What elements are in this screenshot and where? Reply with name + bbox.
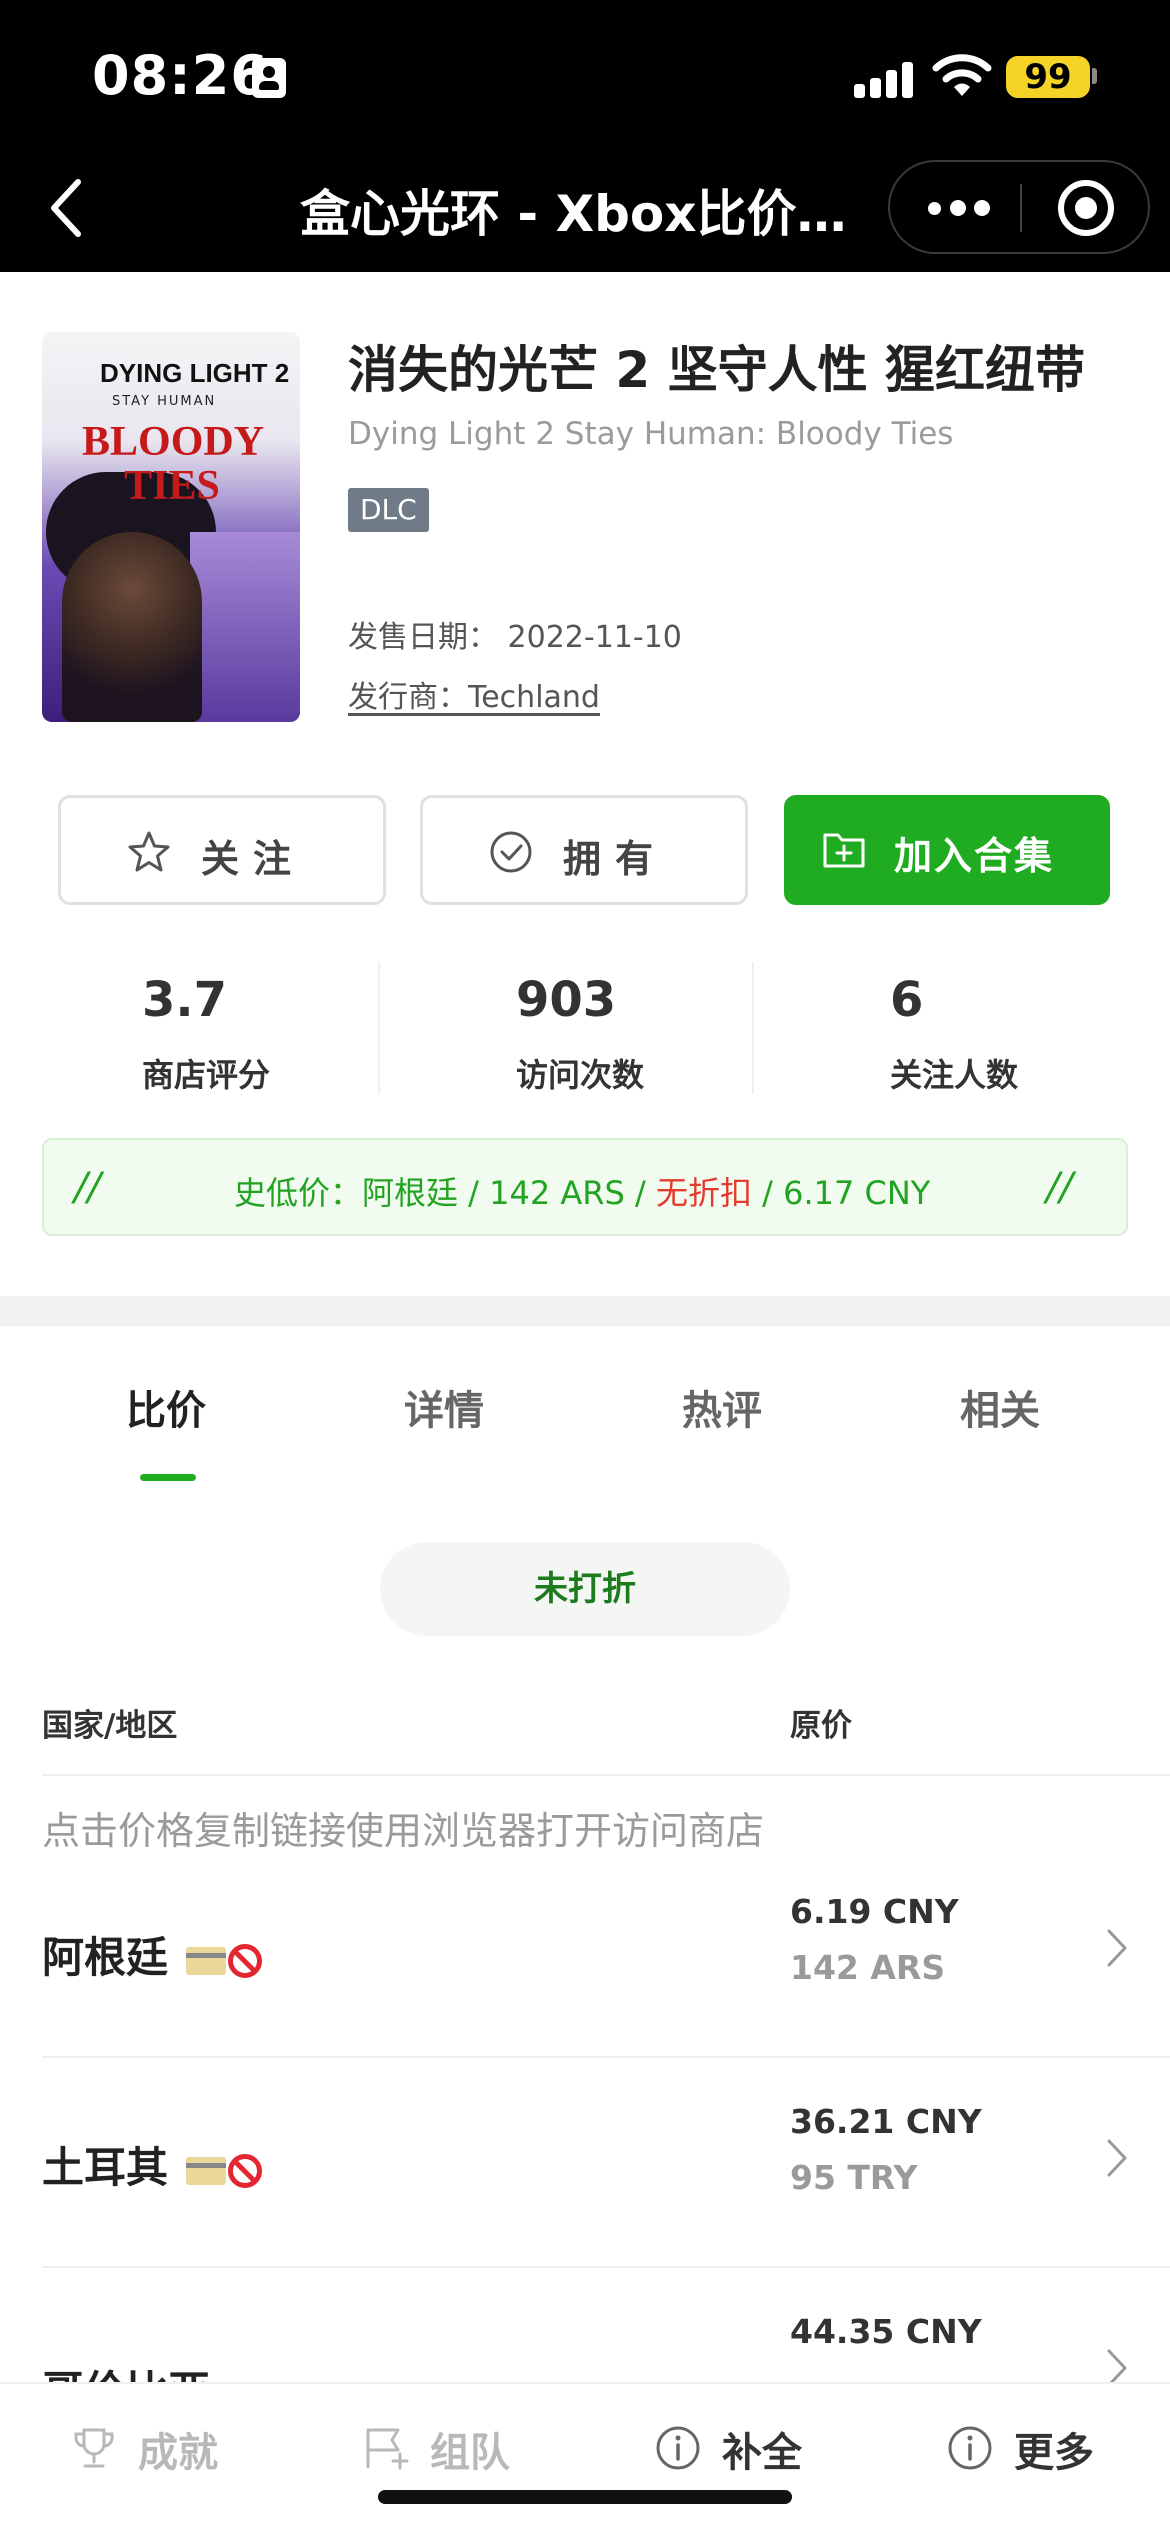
top-bar: 08:26 99 盒心光环 - Xbox比价… xyxy=(0,0,1170,272)
home-indicator[interactable] xyxy=(378,2490,792,2504)
section-gap xyxy=(0,1296,1170,1326)
dlc-badge: DLC xyxy=(348,488,429,532)
chevron-right-icon xyxy=(1107,2139,1127,2177)
lowest-price-discount: 无折扣 xyxy=(655,1174,752,1212)
bottom-label: 更多 xyxy=(1014,2430,1094,2476)
lowest-price-text: 史低价：阿根廷 / 142 ARS / 无折扣 / 6.17 CNY xyxy=(234,1168,930,1214)
quote-open-icon: // xyxy=(74,1161,101,1214)
publisher-link[interactable]: 发行商：Techland xyxy=(348,672,600,716)
tab-details[interactable]: 详情 xyxy=(344,1378,544,1436)
stat-value: 903 xyxy=(516,972,617,1028)
battery-tip xyxy=(1092,68,1097,84)
game-subtitle: Dying Light 2 Stay Human: Bloody Ties xyxy=(348,416,954,452)
folder-add-icon xyxy=(823,833,865,868)
own-button[interactable]: 拥有 xyxy=(420,795,748,905)
bottom-tab-bar: 成就 组队 补全 更多 xyxy=(0,2382,1170,2532)
divider xyxy=(42,1774,1170,1776)
price-original[interactable]: 95 TRY xyxy=(790,2158,917,2197)
bottom-label: 补全 xyxy=(722,2430,802,2476)
cover-logo-text: DYING LIGHT 2 xyxy=(100,358,290,388)
quote-close-icon: // xyxy=(1046,1161,1073,1214)
close-target-icon[interactable] xyxy=(1058,180,1114,236)
bottom-label: 组队 xyxy=(430,2430,510,2476)
tab-reviews[interactable]: 热评 xyxy=(622,1378,822,1436)
lowest-price-banner: // 史低价：阿根廷 / 142 ARS / 无折扣 / 6.17 CNY // xyxy=(42,1138,1128,1236)
publisher-label: 发行商： xyxy=(348,680,468,715)
cover-logo-subtext: STAY HUMAN xyxy=(112,394,217,409)
stat-value: 3.7 xyxy=(142,972,228,1028)
cover-figure xyxy=(62,532,202,722)
price-original[interactable]: 142 ARS xyxy=(790,1948,945,1987)
stat-followers: 6 关注人数 xyxy=(890,972,1170,1102)
cover-castle xyxy=(190,532,300,722)
price-row-argentina[interactable]: 阿根廷 6.19 CNY 142 ARS xyxy=(0,1862,1170,2062)
contact-card-icon xyxy=(252,58,286,98)
info-icon xyxy=(656,2426,700,2470)
publisher-value: Techland xyxy=(468,680,600,715)
check-circle-icon xyxy=(490,831,532,873)
price-cny[interactable]: 44.35 CNY xyxy=(790,2312,982,2351)
country-name: 土耳其 xyxy=(42,2134,263,2195)
price-cny[interactable]: 6.19 CNY xyxy=(790,1892,959,1931)
chevron-right-icon xyxy=(1107,1929,1127,1967)
cover-dlc-name: BLOODY TIES xyxy=(82,419,265,509)
info-icon xyxy=(948,2426,992,2470)
stat-visits: 903 访问次数 xyxy=(516,972,886,1102)
credit-card-icon xyxy=(186,2156,227,2185)
cellular-signal-icon xyxy=(854,62,914,98)
trophy-icon xyxy=(74,2428,114,2468)
release-value: 2022-11-10 xyxy=(507,620,682,655)
release-label: 发售日期： xyxy=(348,620,498,655)
column-original-price: 原价 xyxy=(790,1708,852,1744)
copy-link-hint: 点击价格复制链接使用浏览器打开访问商店 xyxy=(42,1809,765,1853)
stat-value: 6 xyxy=(890,972,924,1028)
stat-label: 访问次数 xyxy=(516,1056,645,1094)
stat-label: 关注人数 xyxy=(890,1056,1019,1094)
price-cny[interactable]: 36.21 CNY xyxy=(790,2102,982,2141)
star-icon xyxy=(128,831,170,872)
column-region: 国家/地区 xyxy=(42,1708,178,1744)
prohibited-icon xyxy=(228,2153,263,2188)
mini-program-capsule xyxy=(888,160,1150,254)
more-dots-icon[interactable] xyxy=(928,198,990,220)
divider xyxy=(42,2056,1170,2058)
own-label: 拥有 xyxy=(563,837,668,881)
country-label: 阿根廷 xyxy=(42,1933,169,1982)
price-row-turkey[interactable]: 土耳其 36.21 CNY 95 TRY xyxy=(0,2072,1170,2272)
lowest-price-suffix: / 6.17 CNY xyxy=(751,1174,931,1212)
capsule-divider xyxy=(1020,184,1022,232)
filter-undiscounted-button[interactable]: 未打折 xyxy=(380,1542,790,1636)
stat-divider xyxy=(378,962,380,1094)
divider xyxy=(42,2266,1170,2268)
stat-label: 商店评分 xyxy=(142,1056,271,1094)
status-time: 08:26 xyxy=(92,44,269,107)
back-icon[interactable] xyxy=(44,172,88,244)
stat-divider xyxy=(752,962,754,1094)
active-tab-indicator xyxy=(140,1474,196,1481)
page-title: 盒心光环 - Xbox比价… xyxy=(300,185,847,243)
release-date: 发售日期： 2022-11-10 xyxy=(348,612,682,656)
tab-compare[interactable]: 比价 xyxy=(66,1378,266,1436)
lowest-price-prefix: 史低价：阿根廷 / 142 ARS / xyxy=(234,1174,656,1212)
stat-store-rating: 3.7 商店评分 xyxy=(142,972,512,1102)
game-cover: DYING LIGHT 2 STAY HUMAN BLOODY TIES xyxy=(42,332,300,722)
follow-label: 关注 xyxy=(201,837,306,881)
battery-indicator: 99 xyxy=(1006,56,1090,98)
bottom-label: 成就 xyxy=(138,2430,218,2476)
country-label: 土耳其 xyxy=(42,2143,169,2192)
follow-button[interactable]: 关注 xyxy=(58,795,386,905)
prohibited-icon xyxy=(228,1943,263,1978)
game-title: 消失的光芒 2 坚守人性 猩红纽带 xyxy=(348,341,1086,399)
add-to-collection-label: 加入合集 xyxy=(894,834,1055,878)
credit-card-icon xyxy=(186,1946,227,1975)
team-flag-icon xyxy=(366,2428,409,2470)
wifi-icon xyxy=(932,54,992,96)
country-name: 阿根廷 xyxy=(42,1924,263,1985)
tab-related[interactable]: 相关 xyxy=(900,1378,1100,1436)
add-to-collection-button[interactable]: 加入合集 xyxy=(784,795,1110,905)
